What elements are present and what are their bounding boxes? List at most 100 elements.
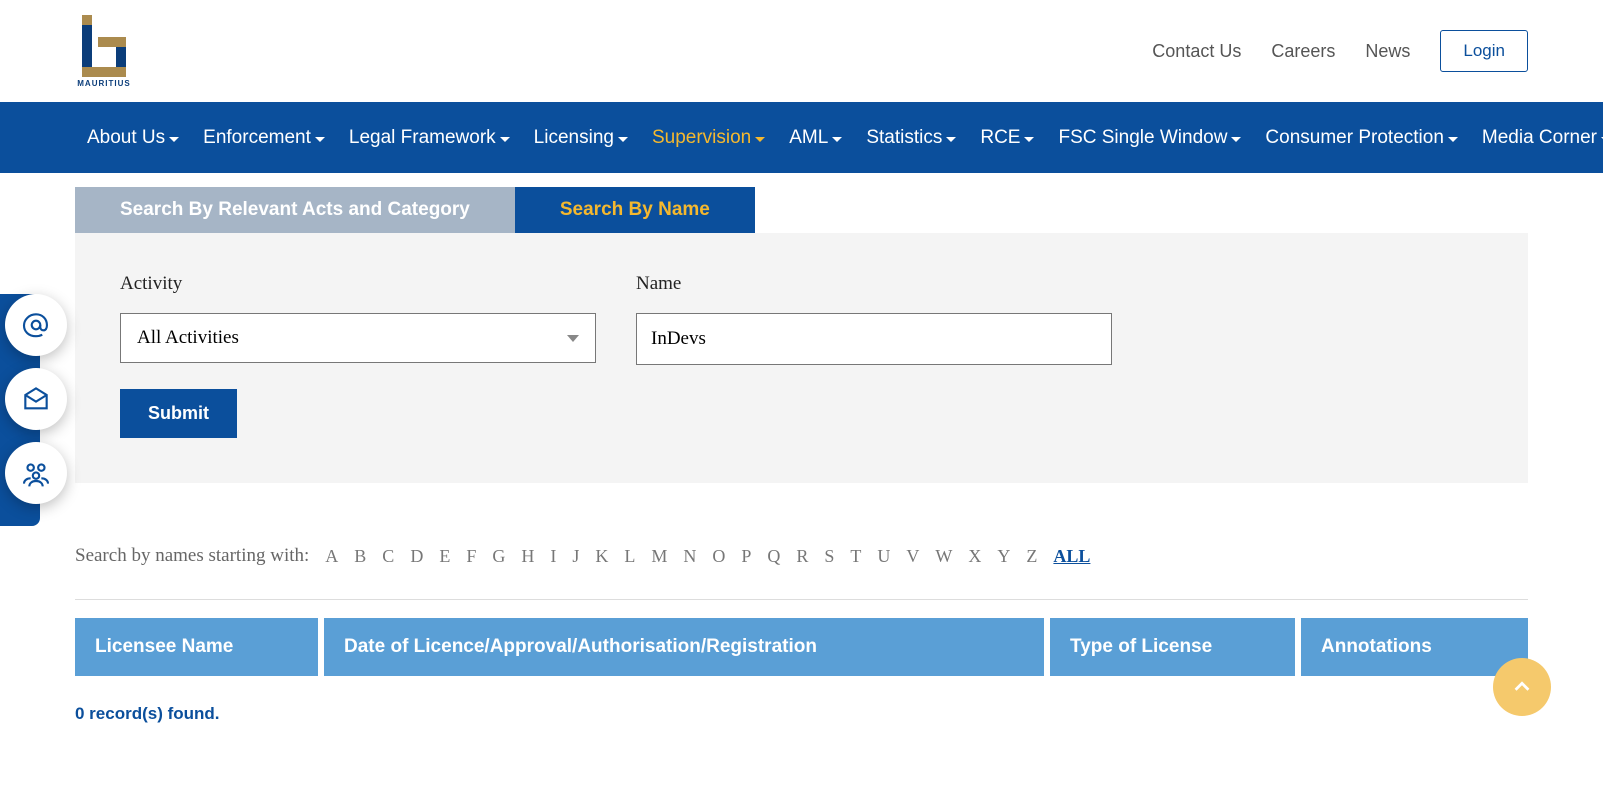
chevron-down-icon	[169, 137, 179, 142]
logo-text: MAURITIUS	[77, 79, 130, 88]
records-found: 0 record(s) found.	[75, 704, 1528, 724]
alpha-d[interactable]: D	[410, 546, 423, 567]
nav-label: Legal Framework	[349, 127, 496, 149]
name-label: Name	[636, 273, 1112, 295]
nav-aml[interactable]: AML	[777, 127, 854, 149]
side-group-button[interactable]	[5, 442, 67, 504]
alpha-v[interactable]: V	[906, 546, 919, 567]
alpha-h[interactable]: H	[521, 546, 534, 567]
alpha-q[interactable]: Q	[767, 546, 780, 567]
top-link-news[interactable]: News	[1365, 41, 1410, 62]
alpha-i[interactable]: I	[550, 546, 556, 567]
nav-fsc-single-window[interactable]: FSC Single Window	[1046, 127, 1253, 149]
activity-group: Activity All Activities	[120, 273, 596, 365]
alpha-o[interactable]: O	[712, 546, 725, 567]
chevron-up-icon	[1511, 676, 1533, 698]
col-date: Date of Licence/Approval/Authorisation/R…	[324, 618, 1044, 676]
side-inbox-button[interactable]	[5, 368, 67, 430]
alpha-u[interactable]: U	[877, 546, 890, 567]
name-group: Name	[636, 273, 1112, 365]
alpha-l[interactable]: L	[624, 546, 635, 567]
nav-statistics[interactable]: Statistics	[854, 127, 968, 149]
col-licensee-name: Licensee Name	[75, 618, 318, 676]
alpha-w[interactable]: W	[935, 546, 952, 567]
chevron-down-icon	[832, 137, 842, 142]
alpha-k[interactable]: K	[595, 546, 608, 567]
results-table-header: Licensee Name Date of Licence/Approval/A…	[75, 618, 1528, 676]
nav-label: AML	[789, 127, 828, 149]
nav-label: FSC Single Window	[1058, 127, 1227, 149]
col-type: Type of License	[1050, 618, 1295, 676]
chevron-down-icon	[1024, 137, 1034, 142]
alpha-r[interactable]: R	[796, 546, 808, 567]
alpha-j[interactable]: J	[572, 546, 579, 567]
alpha-z[interactable]: Z	[1026, 546, 1037, 567]
form-row: Activity All Activities Name	[120, 273, 1483, 365]
submit-button[interactable]: Submit	[120, 389, 237, 438]
alpha-g[interactable]: G	[492, 546, 505, 567]
alpha-m[interactable]: M	[651, 546, 667, 567]
alpha-b[interactable]: B	[354, 546, 366, 567]
alpha-s[interactable]: S	[824, 546, 834, 567]
alpha-c[interactable]: C	[382, 546, 394, 567]
main-nav: About Us Enforcement Legal Framework Lic…	[0, 102, 1603, 173]
chevron-down-icon	[315, 137, 325, 142]
nav-label: Media Corner	[1482, 127, 1597, 149]
at-sign-icon	[20, 309, 52, 341]
divider	[75, 599, 1528, 600]
alpha-p[interactable]: P	[741, 546, 751, 567]
login-button[interactable]: Login	[1440, 30, 1528, 72]
chevron-down-icon	[1448, 137, 1458, 142]
nav-label: Consumer Protection	[1265, 127, 1443, 149]
content: Search By Relevant Acts and Category Sea…	[0, 187, 1603, 724]
top-link-careers[interactable]: Careers	[1271, 41, 1335, 62]
chevron-down-icon	[755, 137, 765, 142]
side-widgets	[0, 294, 67, 504]
chevron-down-icon	[618, 137, 628, 142]
alpha-all[interactable]: ALL	[1053, 546, 1090, 567]
nav-rce[interactable]: RCE	[968, 127, 1046, 149]
nav-media-corner[interactable]: Media Corner	[1470, 127, 1603, 149]
col-annotations: Annotations	[1301, 618, 1528, 676]
logo-icon	[76, 15, 132, 77]
alpha-e[interactable]: E	[439, 546, 450, 567]
top-links: Contact Us Careers News Login	[1152, 30, 1528, 72]
top-bar: MAURITIUS Contact Us Careers News Login	[0, 0, 1603, 102]
top-link-contact[interactable]: Contact Us	[1152, 41, 1241, 62]
nav-legal-framework[interactable]: Legal Framework	[337, 127, 522, 149]
nav-enforcement[interactable]: Enforcement	[191, 127, 337, 149]
chevron-down-icon	[1231, 137, 1241, 142]
alpha-x[interactable]: X	[968, 546, 981, 567]
chevron-down-icon	[946, 137, 956, 142]
scroll-top-button[interactable]	[1493, 658, 1551, 716]
nav-label: Supervision	[652, 127, 751, 149]
alpha-y[interactable]: Y	[997, 546, 1010, 567]
nav-consumer-protection[interactable]: Consumer Protection	[1253, 127, 1469, 149]
nav-supervision[interactable]: Supervision	[640, 127, 777, 149]
search-tabs: Search By Relevant Acts and Category Sea…	[75, 187, 1528, 233]
nav-about-us[interactable]: About Us	[75, 127, 191, 149]
envelope-open-icon	[20, 383, 52, 415]
nav-label: RCE	[980, 127, 1020, 149]
alpha-f[interactable]: F	[466, 546, 476, 567]
activity-value: All Activities	[137, 327, 239, 349]
logo[interactable]: MAURITIUS	[75, 11, 133, 91]
alpha-a[interactable]: A	[325, 546, 338, 567]
activity-label: Activity	[120, 273, 596, 295]
activity-select[interactable]: All Activities	[120, 313, 596, 363]
nav-licensing[interactable]: Licensing	[522, 127, 640, 149]
alpha-n[interactable]: N	[683, 546, 696, 567]
alpha-row: Search by names starting with: A B C D E…	[75, 545, 1528, 567]
nav-label: Licensing	[534, 127, 614, 149]
alpha-t[interactable]: T	[850, 546, 861, 567]
group-icon	[20, 457, 52, 489]
nav-label: Enforcement	[203, 127, 311, 149]
tab-search-by-name[interactable]: Search By Name	[515, 187, 755, 233]
tab-search-by-acts[interactable]: Search By Relevant Acts and Category	[75, 187, 515, 233]
name-input[interactable]	[636, 313, 1112, 365]
nav-label: About Us	[87, 127, 165, 149]
search-panel: Activity All Activities Name Submit	[75, 233, 1528, 483]
chevron-down-icon	[567, 335, 579, 342]
nav-label: Statistics	[866, 127, 942, 149]
side-email-button[interactable]	[5, 294, 67, 356]
